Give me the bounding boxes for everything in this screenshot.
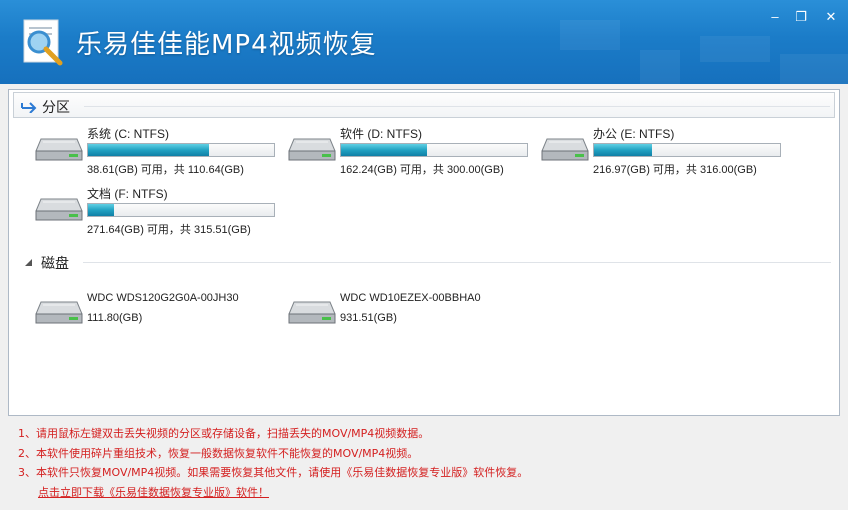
note-line-3: 3、本软件只恢复MOV/MP4视频。如果需要恢复其他文件，请使用《乐易佳数据恢复… xyxy=(18,466,529,479)
download-link[interactable]: 点击立即下载《乐易佳数据恢复专业版》软件！ xyxy=(38,483,528,503)
partition-info: 162.24(GB) 可用，共 300.00(GB) xyxy=(340,164,504,176)
triangle-collapse-icon xyxy=(25,259,32,266)
divider xyxy=(83,262,831,263)
restore-button[interactable]: ❐ xyxy=(790,8,812,26)
decor-block xyxy=(700,36,770,62)
partition-item[interactable]: 办公 (E: NTFS) 216.97(GB) 可用，共 316.00(GB) xyxy=(541,125,791,183)
usage-bar xyxy=(87,143,275,157)
partition-item[interactable]: 系统 (C: NTFS) 38.61(GB) 可用，共 110.64(GB) xyxy=(35,125,285,183)
notes-area: 1、请用鼠标左键双击丢失视频的分区或存储设备，扫描丢失的MOV/MP4视频数据。… xyxy=(18,424,528,502)
disks-group-label: 磁盘 xyxy=(41,256,69,272)
usage-bar-fill xyxy=(88,144,209,156)
partition-info: 216.97(GB) 可用，共 316.00(GB) xyxy=(593,164,757,176)
disk-info: 111.80(GB) xyxy=(87,312,143,324)
disk-info: 931.51(GB) xyxy=(340,312,397,324)
device-panel: 分区 系统 (C: NTFS) 38.61(GB) 可用，共 110.64(GB)… xyxy=(8,89,840,416)
usage-bar-fill xyxy=(88,204,115,216)
usage-bar xyxy=(593,143,781,157)
minimize-button[interactable]: ‒ xyxy=(764,8,786,26)
app-title: 乐易佳佳能MP4视频恢复 xyxy=(76,30,377,60)
partition-name: 文档 (F: NTFS) xyxy=(87,187,168,201)
arrow-right-icon xyxy=(21,102,37,113)
partition-info: 271.64(GB) 可用，共 315.51(GB) xyxy=(87,224,251,236)
hard-drive-icon xyxy=(288,138,336,161)
partition-item[interactable]: 软件 (D: NTFS) 162.24(GB) 可用，共 300.00(GB) xyxy=(288,125,538,183)
hard-drive-icon xyxy=(541,138,589,161)
partition-name: 系统 (C: NTFS) xyxy=(87,127,169,141)
partition-info: 38.61(GB) 可用，共 110.64(GB) xyxy=(87,164,244,176)
title-bar: 乐易佳佳能MP4视频恢复 ‒ ❐ ✕ xyxy=(0,0,848,84)
usage-bar-fill xyxy=(341,144,427,156)
disk-item[interactable]: WDC WDS120G2G0A-00JH30 111.80(GB) xyxy=(35,288,285,346)
partition-item[interactable]: 文档 (F: NTFS) 271.64(GB) 可用，共 315.51(GB) xyxy=(35,185,285,243)
app-logo-icon xyxy=(23,19,63,66)
partitions-group-label: 分区 xyxy=(42,100,70,116)
decor-block xyxy=(560,20,620,50)
close-button[interactable]: ✕ xyxy=(820,8,842,26)
disk-name: WDC WD10EZEX-00BBHA0 xyxy=(340,292,481,304)
partitions-group-header[interactable]: 分区 xyxy=(13,92,835,118)
decor-block xyxy=(640,50,680,84)
partition-name: 办公 (E: NTFS) xyxy=(593,127,675,141)
partition-name: 软件 (D: NTFS) xyxy=(340,127,422,141)
usage-bar xyxy=(87,203,275,217)
usage-bar-fill xyxy=(594,144,652,156)
usage-bar xyxy=(340,143,528,157)
disk-name: WDC WDS120G2G0A-00JH30 xyxy=(87,292,239,304)
hard-drive-icon xyxy=(288,301,336,324)
disk-item[interactable]: WDC WD10EZEX-00BBHA0 931.51(GB) xyxy=(288,288,538,346)
hard-drive-icon xyxy=(35,301,83,324)
disks-group-header[interactable]: 磁盘 xyxy=(13,249,835,275)
decor-block xyxy=(780,54,848,84)
hard-drive-icon xyxy=(35,138,83,161)
divider xyxy=(84,106,830,107)
hard-drive-icon xyxy=(35,198,83,221)
note-line-1: 1、请用鼠标左键双击丢失视频的分区或存储设备，扫描丢失的MOV/MP4视频数据。 xyxy=(18,427,430,440)
note-line-2: 2、本软件使用碎片重组技术，恢复一般数据恢复软件不能恢复的MOV/MP4视频。 xyxy=(18,446,419,460)
